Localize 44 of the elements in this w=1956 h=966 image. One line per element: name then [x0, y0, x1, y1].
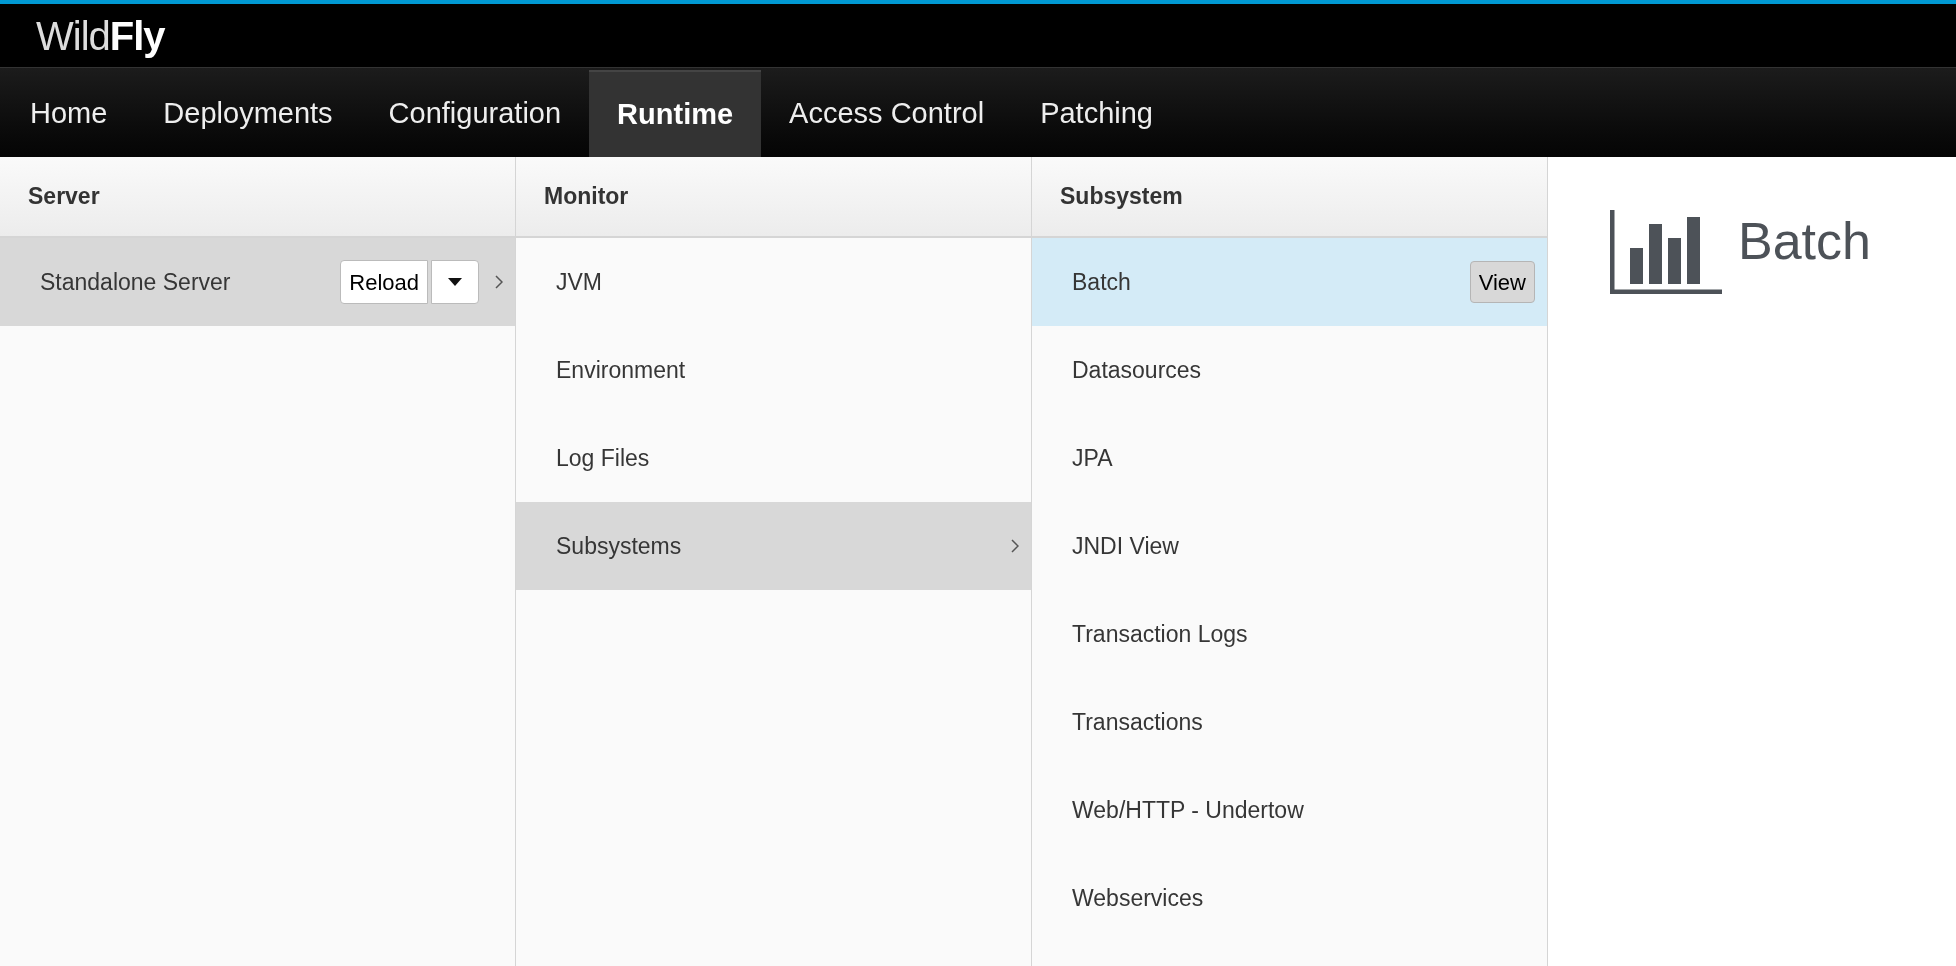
nav-tab[interactable]: Runtime — [589, 70, 762, 157]
chevron-icon — [495, 275, 503, 289]
item-label: Transaction Logs — [1072, 619, 1249, 649]
item-label: Datasources — [1072, 355, 1203, 385]
preview-title: Batch — [1738, 211, 1871, 272]
nav-tab[interactable]: Patching — [1012, 70, 1181, 157]
item-label: JVM — [556, 267, 603, 297]
dropdown-button[interactable] — [431, 260, 479, 304]
list-item[interactable]: Environment — [516, 326, 1031, 414]
column-title: Server — [28, 182, 100, 212]
brand-logo[interactable]: WildFly — [36, 5, 165, 66]
list-item[interactable]: Web/HTTP - Undertow — [1032, 766, 1547, 854]
list-item[interactable]: Subsystems — [516, 502, 1031, 590]
list-item[interactable]: Transaction Logs — [1032, 590, 1547, 678]
item-label: JNDI View — [1072, 531, 1180, 561]
reload-button[interactable]: Reload — [340, 260, 428, 304]
list-item[interactable]: Log Files — [516, 414, 1031, 502]
list-item[interactable]: Batch View — [1032, 238, 1547, 326]
view-button[interactable]: View — [1469, 261, 1535, 303]
list-item[interactable]: JNDI View — [1032, 502, 1547, 590]
list-item[interactable]: JPA — [1032, 414, 1547, 502]
nav-tab[interactable]: Home — [2, 70, 136, 157]
item-label: Standalone Server — [40, 267, 232, 297]
item-label: Web/HTTP - Undertow — [1072, 795, 1305, 825]
item-label: Batch — [1072, 267, 1132, 297]
bar-chart-icon — [1610, 210, 1722, 294]
list-item[interactable]: Webservices — [1032, 854, 1547, 942]
nav-tab[interactable]: Configuration — [360, 70, 590, 157]
item-label: Transactions — [1072, 707, 1204, 737]
item-label: JPA — [1072, 443, 1114, 473]
chevron-icon — [1011, 539, 1019, 553]
item-label: Webservices — [1072, 883, 1205, 913]
nav-tab[interactable]: Access Control — [761, 70, 1013, 157]
nav-tab[interactable]: Deployments — [135, 70, 361, 157]
column-title: Subsystem — [1060, 182, 1183, 212]
list-item[interactable]: Datasources — [1032, 326, 1547, 414]
item-label: Environment — [556, 355, 687, 385]
item-label: Log Files — [556, 443, 651, 473]
list-item[interactable]: Transactions — [1032, 678, 1547, 766]
column-title: Monitor — [544, 182, 629, 212]
list-item[interactable]: Standalone Server Reload — [0, 238, 515, 326]
item-label: Subsystems — [556, 531, 683, 561]
caret-icon — [448, 278, 462, 286]
list-item[interactable]: JVM — [516, 238, 1031, 326]
